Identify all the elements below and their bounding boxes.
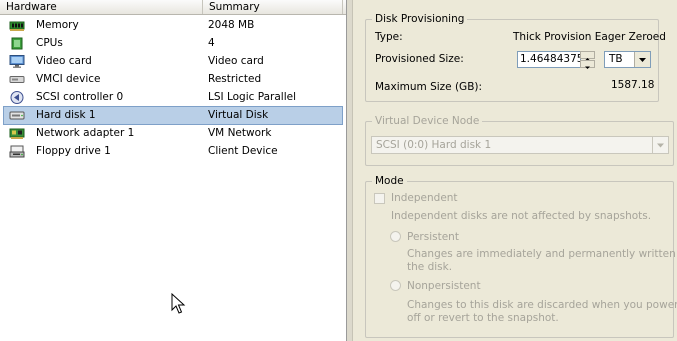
cpu-icon	[11, 37, 23, 50]
hardware-name: Floppy drive 1	[36, 145, 111, 157]
persistent-description-line-2: the disk.	[407, 261, 453, 273]
provisioned-size-input[interactable]: 1.46484375	[517, 51, 581, 68]
maximum-size-value: 1587.18	[611, 79, 655, 91]
hardware-column-header[interactable]: Hardware	[0, 0, 203, 14]
independent-checkbox[interactable]	[374, 193, 385, 204]
type-value: Thick Provision Eager Zeroed	[513, 31, 666, 43]
disk-provisioning-title: Disk Provisioning	[372, 13, 468, 26]
hardware-summary: Video card	[208, 55, 264, 67]
nonpersistent-label: Nonpersistent	[407, 280, 481, 292]
pane-divider	[347, 0, 353, 341]
persistent-description-line-1: Changes are immediately and permanently …	[407, 248, 677, 260]
network-adapter-icon	[9, 128, 25, 139]
virtual-device-node-value: SCSI (0:0) Hard disk 1	[376, 139, 492, 151]
hardware-summary: Client Device	[208, 145, 278, 157]
hardware-name: SCSI controller 0	[36, 91, 124, 103]
virtual-device-node-dropdown-button[interactable]	[652, 137, 668, 153]
virtual-device-node-select[interactable]: SCSI (0:0) Hard disk 1	[371, 136, 669, 154]
hard-disk-icon	[9, 111, 25, 120]
provisioned-size-label: Provisioned Size:	[375, 53, 464, 65]
hardware-row-vmci-device[interactable]: VMCI device Restricted	[4, 71, 342, 88]
floppy-drive-icon	[9, 145, 25, 158]
independent-label: Independent	[391, 192, 458, 204]
hardware-summary: Virtual Disk	[208, 109, 269, 121]
summary-column-header[interactable]: Summary	[203, 0, 343, 14]
arrow-down-icon	[585, 66, 590, 69]
virtual-device-node-title: Virtual Device Node	[372, 115, 483, 128]
hardware-summary: VM Network	[208, 127, 272, 139]
hardware-summary: 4	[208, 37, 215, 49]
vmci-device-icon	[9, 76, 25, 83]
persistent-radio[interactable]	[390, 231, 401, 242]
maximum-size-label: Maximum Size (GB):	[375, 81, 483, 93]
hardware-summary: Restricted	[208, 73, 262, 85]
type-label: Type:	[375, 31, 403, 43]
hardware-row-hard-disk[interactable]: Hard disk 1 Virtual Disk	[3, 106, 343, 125]
size-unit-dropdown-button[interactable]	[634, 52, 650, 67]
chevron-down-icon	[657, 143, 664, 148]
hardware-row-scsi-controller[interactable]: SCSI controller 0 LSI Logic Parallel	[4, 89, 342, 106]
size-unit-value: TB	[609, 53, 623, 65]
video-card-icon	[9, 55, 25, 68]
memory-icon	[9, 21, 25, 31]
independent-description: Independent disks are not affected by sn…	[391, 210, 652, 222]
persistent-label: Persistent	[407, 231, 459, 243]
hardware-name: Memory	[36, 19, 79, 31]
hardware-summary: LSI Logic Parallel	[208, 91, 296, 103]
nonpersistent-description-line-2: off or revert to the snapshot.	[407, 312, 559, 324]
mouse-pointer-icon	[171, 293, 186, 314]
hardware-row-network-adapter[interactable]: Network adapter 1 VM Network	[4, 125, 342, 142]
hardware-name: VMCI device	[36, 73, 101, 85]
hardware-name: CPUs	[36, 37, 63, 49]
hardware-row-video-card[interactable]: Video card Video card	[4, 53, 342, 70]
provisioned-size-spinner[interactable]	[580, 51, 595, 69]
spin-up-button[interactable]	[580, 51, 595, 61]
hardware-name: Video card	[36, 55, 92, 67]
hardware-summary: 2048 MB	[208, 19, 255, 31]
hardware-name: Network adapter 1	[36, 127, 135, 139]
hardware-list-header: Hardware Summary	[0, 0, 346, 15]
mode-title: Mode	[372, 175, 407, 188]
hardware-list-panel: Hardware Summary Memory 2048 MB CPUs 4 V…	[0, 0, 347, 341]
hardware-name: Hard disk 1	[36, 109, 96, 121]
spin-down-button[interactable]	[580, 60, 595, 69]
hardware-row-memory[interactable]: Memory 2048 MB	[4, 17, 342, 34]
nonpersistent-radio[interactable]	[390, 280, 401, 291]
size-unit-select[interactable]: TB	[604, 51, 651, 68]
chevron-down-icon	[639, 58, 646, 62]
scsi-controller-icon	[10, 91, 24, 104]
hardware-row-floppy-drive[interactable]: Floppy drive 1 Client Device	[4, 143, 342, 160]
hardware-row-cpus[interactable]: CPUs 4	[4, 35, 342, 52]
disk-properties-panel: Disk Provisioning Type: Thick Provision …	[347, 0, 677, 341]
nonpersistent-description-line-1: Changes to this disk are discarded when …	[407, 299, 677, 311]
